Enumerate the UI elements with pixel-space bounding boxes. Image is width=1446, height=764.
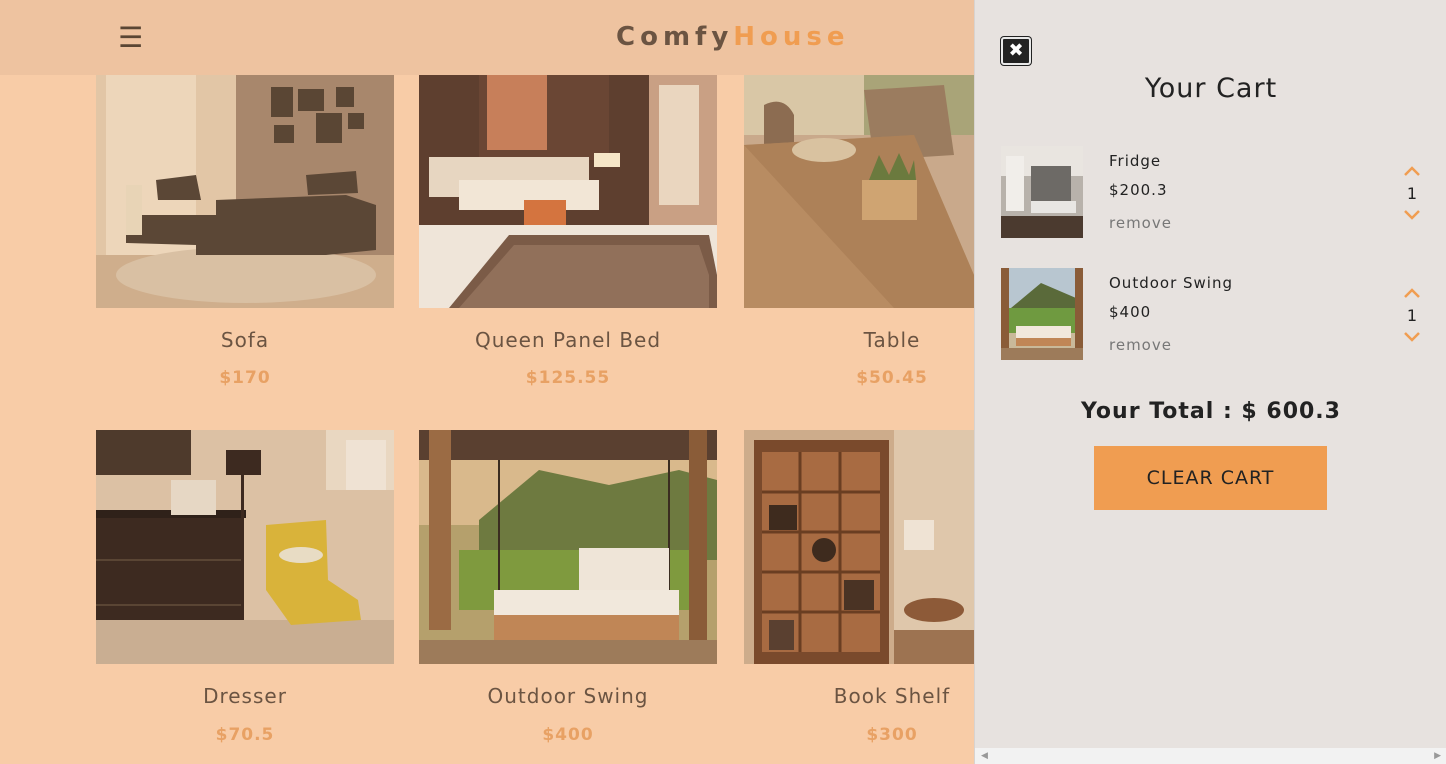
remove-button[interactable]: remove [1109, 336, 1172, 354]
product-image-queen-panel-bed[interactable] [419, 75, 717, 308]
cart-item-fridge: Fridge $200.3 remove 1 [1001, 146, 1431, 238]
product-image-sofa[interactable] [96, 75, 394, 308]
product-image-book-shelf[interactable] [744, 430, 974, 664]
cart-item-price: $200.3 [1109, 181, 1168, 199]
scroll-left-icon[interactable]: ◀ [981, 751, 988, 761]
cart-item-quantity: 1 [1406, 306, 1418, 325]
remove-button[interactable]: remove [1109, 214, 1172, 232]
product-price: $400 [542, 725, 594, 745]
horizontal-scrollbar[interactable]: ◀ ▶ [975, 748, 1446, 764]
cart-item-quantity: 1 [1406, 184, 1418, 203]
cart-total: Your Total : $ 600.3 [1081, 399, 1341, 424]
cart-item-outdoor-swing: Outdoor Swing $400 remove 1 [1001, 268, 1431, 360]
product-image-dresser[interactable] [96, 430, 394, 664]
chevron-down-icon[interactable] [1403, 208, 1421, 222]
product-price: $125.55 [525, 368, 611, 388]
cart-item-image [1001, 268, 1083, 360]
product-name: Outdoor Swing [487, 684, 649, 708]
brand-part-1: Comfy [616, 22, 734, 52]
cart-item-name: Fridge [1109, 152, 1162, 170]
clear-cart-button[interactable]: CLEAR CART [1094, 446, 1327, 510]
product-image-outdoor-swing[interactable] [419, 430, 717, 664]
cart-item-name: Outdoor Swing [1109, 274, 1233, 292]
chevron-up-icon[interactable] [1403, 286, 1421, 300]
cart-item-image [1001, 146, 1083, 238]
menu-icon[interactable]: ☰ [118, 24, 143, 52]
product-price: $70.5 [215, 725, 275, 745]
product-name: Sofa [220, 328, 270, 352]
product-price: $170 [219, 368, 271, 388]
product-image-table[interactable] [744, 75, 974, 308]
product-name: Dresser [203, 684, 287, 708]
chevron-down-icon[interactable] [1403, 330, 1421, 344]
close-icon[interactable]: ✖ [1001, 37, 1031, 65]
chevron-up-icon[interactable] [1403, 164, 1421, 178]
product-name: Queen Panel Bed [474, 328, 662, 352]
cart-item-price: $400 [1109, 303, 1152, 321]
brand-logo[interactable]: ComfyHouse [616, 22, 850, 52]
cart-panel: ✖ Your Cart Fridge $200.3 remove 1 Outdo… [974, 0, 1446, 764]
brand-part-2: House [733, 22, 850, 52]
scroll-right-icon[interactable]: ▶ [1434, 751, 1441, 761]
cart-title: Your Cart [1144, 73, 1278, 104]
